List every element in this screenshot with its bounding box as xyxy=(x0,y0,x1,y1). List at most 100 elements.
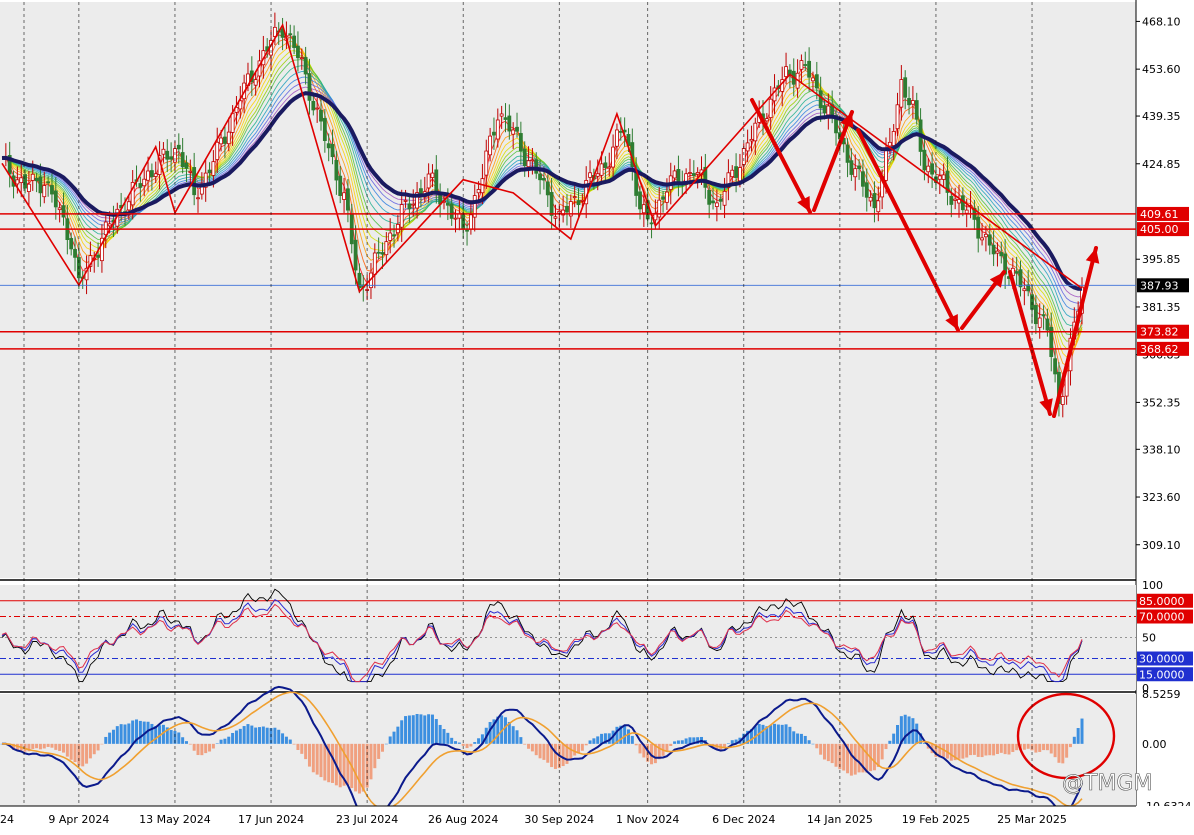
macd-hist-bar xyxy=(254,727,258,744)
candle-body xyxy=(180,152,185,168)
candle-body xyxy=(953,198,958,201)
macd-hist-bar xyxy=(534,743,538,756)
candle-body xyxy=(1037,317,1042,328)
candle-body xyxy=(476,189,481,194)
candle-body xyxy=(34,177,39,182)
macd-hist-bar xyxy=(980,743,984,758)
candle-body xyxy=(526,160,531,168)
candle-body xyxy=(884,149,888,181)
macd-hist-bar xyxy=(288,739,292,744)
macd-hist-bar xyxy=(238,728,242,744)
macd-hist-bar xyxy=(684,738,688,744)
macd-hist-bar xyxy=(511,726,515,744)
macd-hist-bar xyxy=(569,743,573,760)
candle-body xyxy=(999,252,1004,257)
candle-body xyxy=(910,100,915,105)
macd-hist-bar xyxy=(669,743,673,747)
candle-body xyxy=(372,252,377,275)
rsi-panel: 10050085.000070.000030.000015.0000 xyxy=(0,579,1193,695)
macd-hist-bar xyxy=(811,743,815,745)
macd-hist-bar xyxy=(96,743,100,751)
macd-hist-bar xyxy=(73,743,77,763)
macd-hist-bar xyxy=(211,743,215,749)
candle-body xyxy=(468,214,473,230)
candle-body xyxy=(641,204,646,214)
candle-body xyxy=(1033,305,1038,325)
macd-hist-bar xyxy=(446,732,450,744)
candle-body xyxy=(822,105,827,114)
candle-body xyxy=(811,77,815,82)
rsi-level-label: 70.0000 xyxy=(1139,611,1185,624)
candle-body xyxy=(96,254,100,258)
candle-body xyxy=(868,196,873,202)
candle-body xyxy=(27,183,31,192)
macd-hist-bar xyxy=(830,743,834,764)
level-label: 368.62 xyxy=(1140,343,1179,356)
macd-hist-bar xyxy=(1011,743,1015,752)
rsi-level-label: 85.0000 xyxy=(1139,595,1185,608)
macd-hist-bar xyxy=(1026,743,1030,749)
macd-hist-bar xyxy=(273,727,277,744)
candle-body xyxy=(741,148,746,166)
macd-hist-bar xyxy=(227,736,231,744)
macd-hist-bar xyxy=(1061,743,1065,764)
macd-hist-bar xyxy=(208,743,212,752)
macd-hist-bar xyxy=(530,743,534,752)
candle-body xyxy=(311,101,316,111)
candle-body xyxy=(618,130,623,133)
candle-body xyxy=(907,98,911,106)
macd-hist-bar xyxy=(111,729,115,744)
candle-body xyxy=(749,138,754,142)
candle-body xyxy=(984,233,988,238)
macd-hist-bar xyxy=(88,743,92,759)
level-label: 405.00 xyxy=(1140,223,1179,236)
candle-body xyxy=(1014,271,1019,274)
candle-body xyxy=(937,175,942,180)
candle-body xyxy=(826,105,831,116)
macd-hist-bar xyxy=(1042,743,1046,751)
macd-hist-bar xyxy=(538,743,542,759)
candle-body xyxy=(419,188,423,194)
candle-body xyxy=(1053,358,1057,375)
macd-hist-bar xyxy=(730,740,734,744)
macd-hist-bar xyxy=(1015,743,1019,751)
price-tick-label: 323.60 xyxy=(1142,491,1181,504)
candle-body xyxy=(430,172,435,178)
candle-body xyxy=(403,199,408,202)
macd-hist-bar xyxy=(976,743,980,757)
x-tick-label: 19 Feb 2025 xyxy=(902,813,970,826)
candle-body xyxy=(530,159,535,162)
candle-body xyxy=(768,98,773,119)
candle-body xyxy=(995,250,1000,254)
macd-hist-bar xyxy=(261,726,265,744)
candle-body xyxy=(849,160,854,175)
macd-hist-bar xyxy=(400,720,404,744)
macd-hist-bar xyxy=(38,743,42,750)
macd-hist-bar xyxy=(35,743,39,749)
x-tick-label: 6 Dec 2024 xyxy=(712,813,775,826)
candle-body xyxy=(376,251,381,254)
candle-body xyxy=(42,185,47,198)
candle-body xyxy=(1022,288,1027,292)
candle-body xyxy=(507,115,512,132)
candle-body xyxy=(196,197,200,200)
macd-hist-bar xyxy=(461,743,465,746)
macd-hist-bar xyxy=(1038,743,1042,752)
macd-hist-bar xyxy=(219,739,223,744)
candle-body xyxy=(30,173,35,181)
macd-hist-bar xyxy=(258,727,262,744)
macd-hist-bar xyxy=(957,743,961,759)
macd-hist-bar xyxy=(369,743,373,780)
candle-body xyxy=(288,33,293,36)
candle-body xyxy=(599,163,604,176)
x-tick-label: 30 Sep 2024 xyxy=(524,813,594,826)
macd-hist-bar xyxy=(323,743,327,781)
macd-hist-bar xyxy=(377,743,381,759)
candle-body xyxy=(899,79,904,108)
macd-hist-bar xyxy=(450,737,454,744)
macd-hist-bar xyxy=(872,743,876,771)
macd-hist-bar xyxy=(988,743,992,756)
macd-hist-bar xyxy=(357,743,361,794)
macd-hist-bar xyxy=(177,732,181,744)
macd-hist-bar xyxy=(523,743,527,745)
